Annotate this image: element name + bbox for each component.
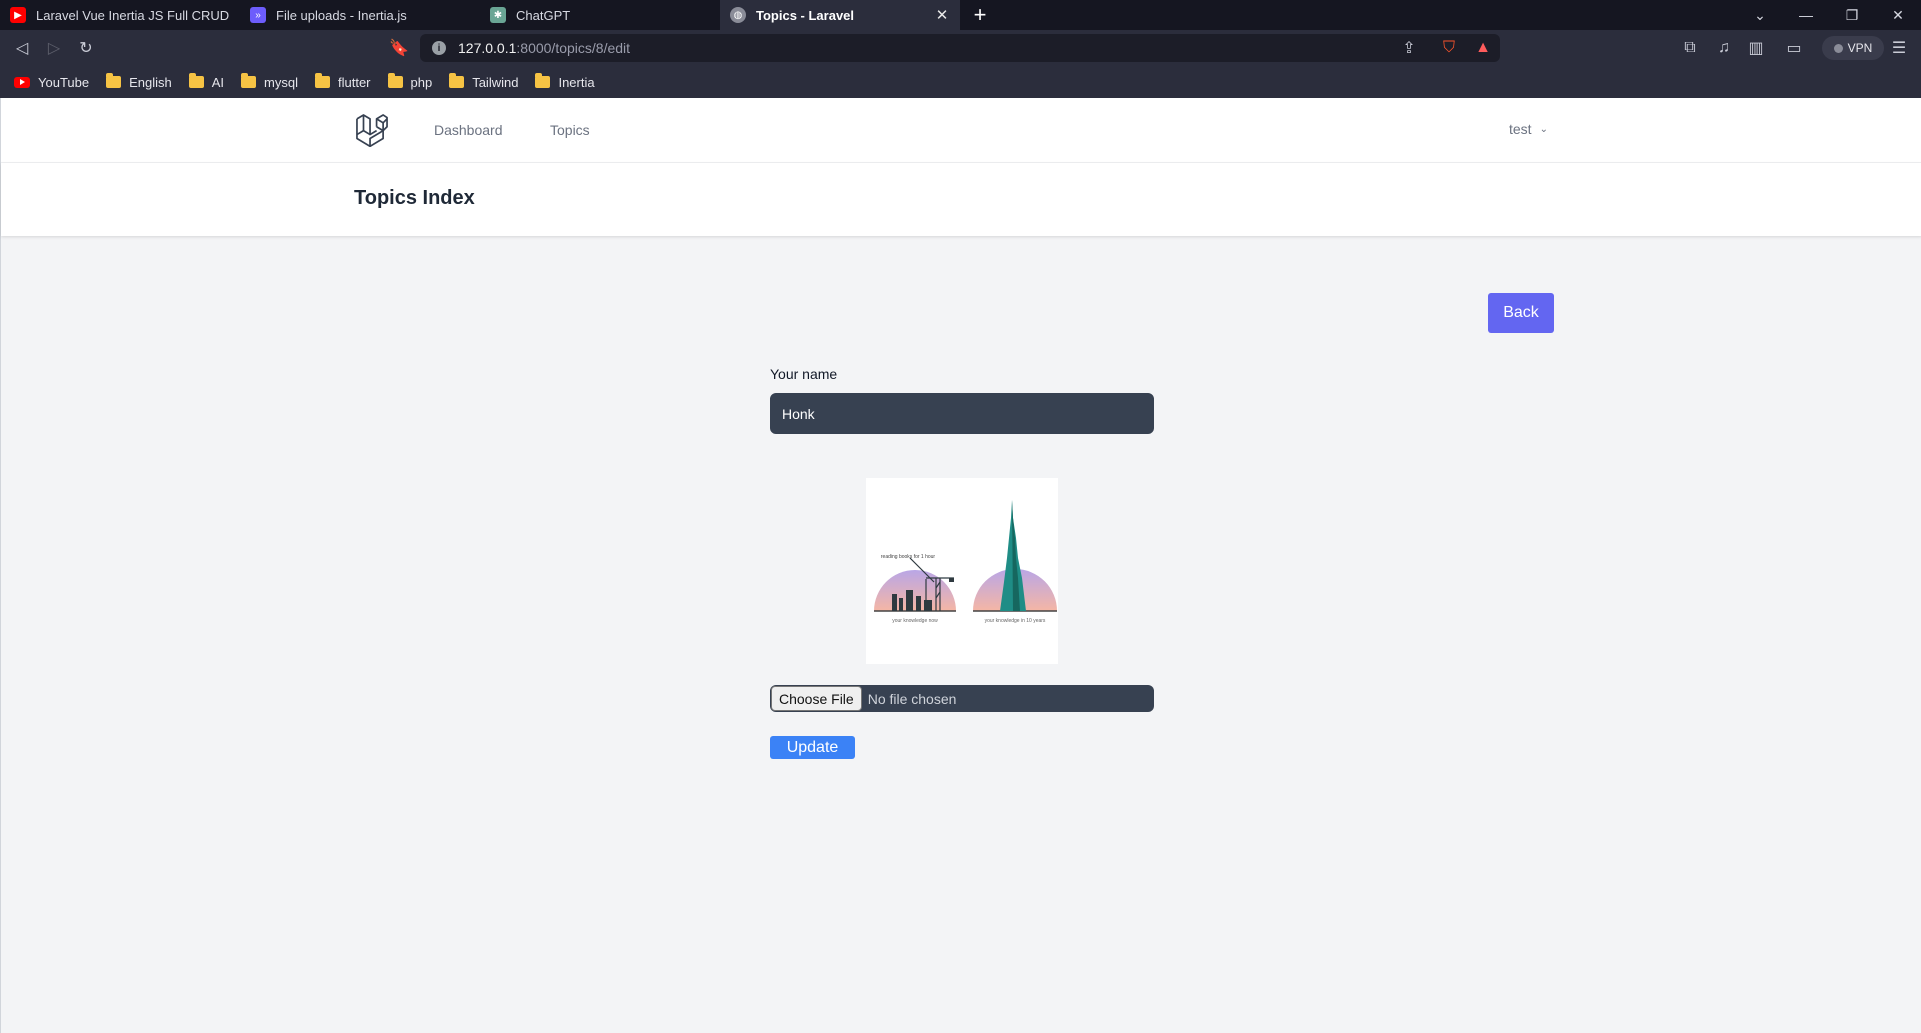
tab-title: ChatGPT <box>516 7 571 23</box>
forward-nav-icon[interactable]: ▷ <box>41 35 67 61</box>
browser-tab-active[interactable]: ◍ Topics - Laravel ✕ <box>720 0 960 30</box>
share-icon[interactable]: ⇪ <box>1396 35 1422 61</box>
folder-icon <box>106 73 122 88</box>
name-label: Your name <box>770 366 838 382</box>
name-input[interactable] <box>770 393 1154 434</box>
address-bar[interactable]: i 127.0.0.1 :8000/topics/8/edit <box>420 34 1500 62</box>
bookmark-label: YouTube <box>38 74 90 90</box>
brave-rewards-icon[interactable]: ▲ <box>1470 35 1496 61</box>
vpn-button[interactable]: VPN <box>1822 36 1884 60</box>
menu-icon[interactable]: ☰ <box>1886 35 1912 61</box>
tab-title: File uploads - Inertia.js <box>276 7 407 23</box>
page-content: Dashboard Topics test ⌄ Topics Index Bac… <box>0 98 1921 1033</box>
bookmark-flutter[interactable]: flutter <box>314 73 371 90</box>
brave-shield-icon[interactable]: ⛉ <box>1436 35 1462 61</box>
tab-list-chevron-icon[interactable]: ⌄ <box>1737 0 1783 30</box>
folder-icon <box>449 73 465 88</box>
topic-image-preview: reading books for 1 hour your knowledge … <box>866 478 1058 664</box>
close-tab-icon[interactable]: ✕ <box>934 6 950 24</box>
bookmark-label: Tailwind <box>472 74 519 90</box>
youtube-icon: ▶ <box>10 7 26 23</box>
folder-icon <box>188 73 204 88</box>
back-button[interactable]: Back <box>1488 293 1554 333</box>
knowledge-illustration: reading books for 1 hour your knowledge … <box>874 500 1057 624</box>
inertia-icon: » <box>250 7 266 23</box>
bookmark-tailwind[interactable]: Tailwind <box>449 73 519 90</box>
globe-icon: ◍ <box>730 7 746 23</box>
folder-icon <box>314 73 330 88</box>
bookmark-mysql[interactable]: mysql <box>241 73 298 90</box>
page-header: Topics Index <box>1 163 1921 236</box>
browser-tab-bar: ▶ Laravel Vue Inertia JS Full CRUD Appli… <box>0 0 1921 30</box>
vpn-status-icon <box>1833 43 1843 53</box>
nav-dashboard-link[interactable]: Dashboard <box>434 122 503 138</box>
browser-tab[interactable]: ✱ ChatGPT <box>480 0 720 30</box>
tab-title: Laravel Vue Inertia JS Full CRUD Applic <box>36 7 230 23</box>
tab-title: Topics - Laravel <box>756 7 855 23</box>
site-info-icon[interactable]: i <box>432 41 446 55</box>
bookmark-label: AI <box>211 74 225 90</box>
reload-icon[interactable]: ↻ <box>73 35 99 61</box>
bookmark-english[interactable]: English <box>106 73 172 90</box>
bookmark-ai[interactable]: AI <box>188 73 225 90</box>
bookmark-label: php <box>410 74 433 90</box>
folder-icon <box>535 73 551 88</box>
url-host: 127.0.0.1 <box>458 40 517 56</box>
caption-right-bottom: your knowledge in 10 years <box>985 618 1046 624</box>
youtube-icon <box>14 76 30 88</box>
folder-icon <box>387 73 403 88</box>
bookmark-label: mysql <box>264 74 298 90</box>
close-window-button[interactable]: ✕ <box>1875 0 1921 30</box>
browser-toolbar: ◁ ▷ ↻ 🔖 i 127.0.0.1 :8000/topics/8/edit … <box>0 30 1921 66</box>
bookmark-label: Inertia <box>558 74 595 90</box>
file-input[interactable]: Choose File No file chosen <box>770 685 1154 712</box>
update-button[interactable]: Update <box>770 736 855 759</box>
chevron-down-icon: ⌄ <box>1539 123 1548 135</box>
bookmarks-bar: YouTube English AI mysql flutter php Tai… <box>0 66 1921 98</box>
new-tab-button[interactable]: + <box>960 0 1000 30</box>
extensions-icon[interactable]: ⧉ <box>1677 35 1703 61</box>
minimize-button[interactable]: — <box>1783 0 1829 30</box>
bookmark-label: English <box>129 74 172 90</box>
user-name: test <box>1509 121 1532 137</box>
nav-topics-link[interactable]: Topics <box>550 122 590 138</box>
browser-tab[interactable]: ▶ Laravel Vue Inertia JS Full CRUD Appli… <box>0 0 240 30</box>
bookmark-php[interactable]: php <box>387 73 433 90</box>
bookmark-youtube[interactable]: YouTube <box>14 75 89 90</box>
file-status: No file chosen <box>867 690 957 707</box>
wallet-icon[interactable]: ▭ <box>1781 35 1807 61</box>
browser-tab[interactable]: » File uploads - Inertia.js <box>240 0 480 30</box>
choose-file-button[interactable]: Choose File <box>771 686 862 711</box>
url-path: :8000/topics/8/edit <box>516 40 631 56</box>
chatgpt-icon: ✱ <box>490 7 506 23</box>
bookmark-inertia[interactable]: Inertia <box>535 73 595 90</box>
restore-button[interactable]: ❐ <box>1829 0 1875 30</box>
laravel-logo-icon[interactable] <box>355 113 389 147</box>
vpn-label: VPN <box>1847 41 1873 55</box>
caption-left-top: reading books for 1 hour <box>881 554 936 560</box>
sidebar-icon[interactable]: ▥ <box>1743 35 1769 61</box>
bookmark-label: flutter <box>337 74 371 90</box>
app-navbar: Dashboard Topics test ⌄ <box>1 98 1921 163</box>
folder-icon <box>241 73 257 88</box>
back-nav-icon[interactable]: ◁ <box>9 35 35 61</box>
page-title: Topics Index <box>354 187 475 209</box>
caption-left-bottom: your knowledge now <box>892 618 938 624</box>
media-icon[interactable]: ♫ <box>1711 35 1737 61</box>
bookmark-icon[interactable]: 🔖 <box>386 35 412 61</box>
user-menu[interactable]: test ⌄ <box>1509 121 1548 137</box>
